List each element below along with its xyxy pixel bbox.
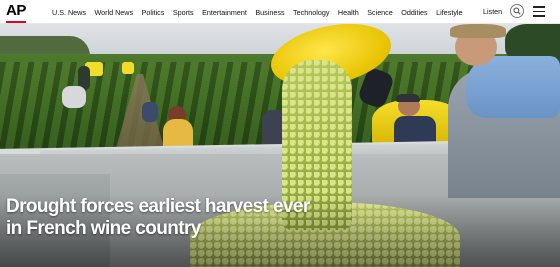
hero-headline[interactable]: Drought forces earliest harvest ever in … xyxy=(6,196,310,240)
headline-line-1: Drought forces earliest harvest ever xyxy=(6,196,310,217)
listen-button[interactable]: Listen xyxy=(483,7,502,16)
logo-text: AP xyxy=(6,2,26,19)
nav-lifestyle[interactable]: Lifestyle xyxy=(436,8,462,17)
logo-underline xyxy=(6,21,26,23)
nav-business[interactable]: Business xyxy=(255,8,284,17)
nav-entertainment[interactable]: Entertainment xyxy=(202,8,247,17)
photo-hills xyxy=(0,36,90,56)
page: AP U.S. News World News Politics Sports … xyxy=(0,0,560,267)
ap-logo[interactable]: AP xyxy=(6,2,28,23)
photo-worker-hat xyxy=(450,24,506,38)
nav-us-news[interactable]: U.S. News xyxy=(52,8,86,17)
nav-world-news[interactable]: World News xyxy=(94,8,133,17)
photo-picker xyxy=(62,86,86,108)
search-icon xyxy=(513,7,521,15)
nav-health[interactable]: Health xyxy=(338,8,359,17)
nav-technology[interactable]: Technology xyxy=(293,8,329,17)
photo-bucket xyxy=(122,62,134,74)
site-header: AP U.S. News World News Politics Sports … xyxy=(0,0,560,24)
photo-picker xyxy=(142,102,158,122)
main-nav: U.S. News World News Politics Sports Ent… xyxy=(52,0,471,24)
nav-oddities[interactable]: Oddities xyxy=(401,8,427,17)
nav-science[interactable]: Science xyxy=(367,8,393,17)
search-button[interactable] xyxy=(510,4,524,18)
headline-line-2: in French wine country xyxy=(6,218,201,239)
photo-worker-cap xyxy=(396,94,420,102)
nav-sports[interactable]: Sports xyxy=(173,8,194,17)
hamburger-menu-icon[interactable] xyxy=(533,6,545,17)
nav-politics[interactable]: Politics xyxy=(142,8,165,17)
